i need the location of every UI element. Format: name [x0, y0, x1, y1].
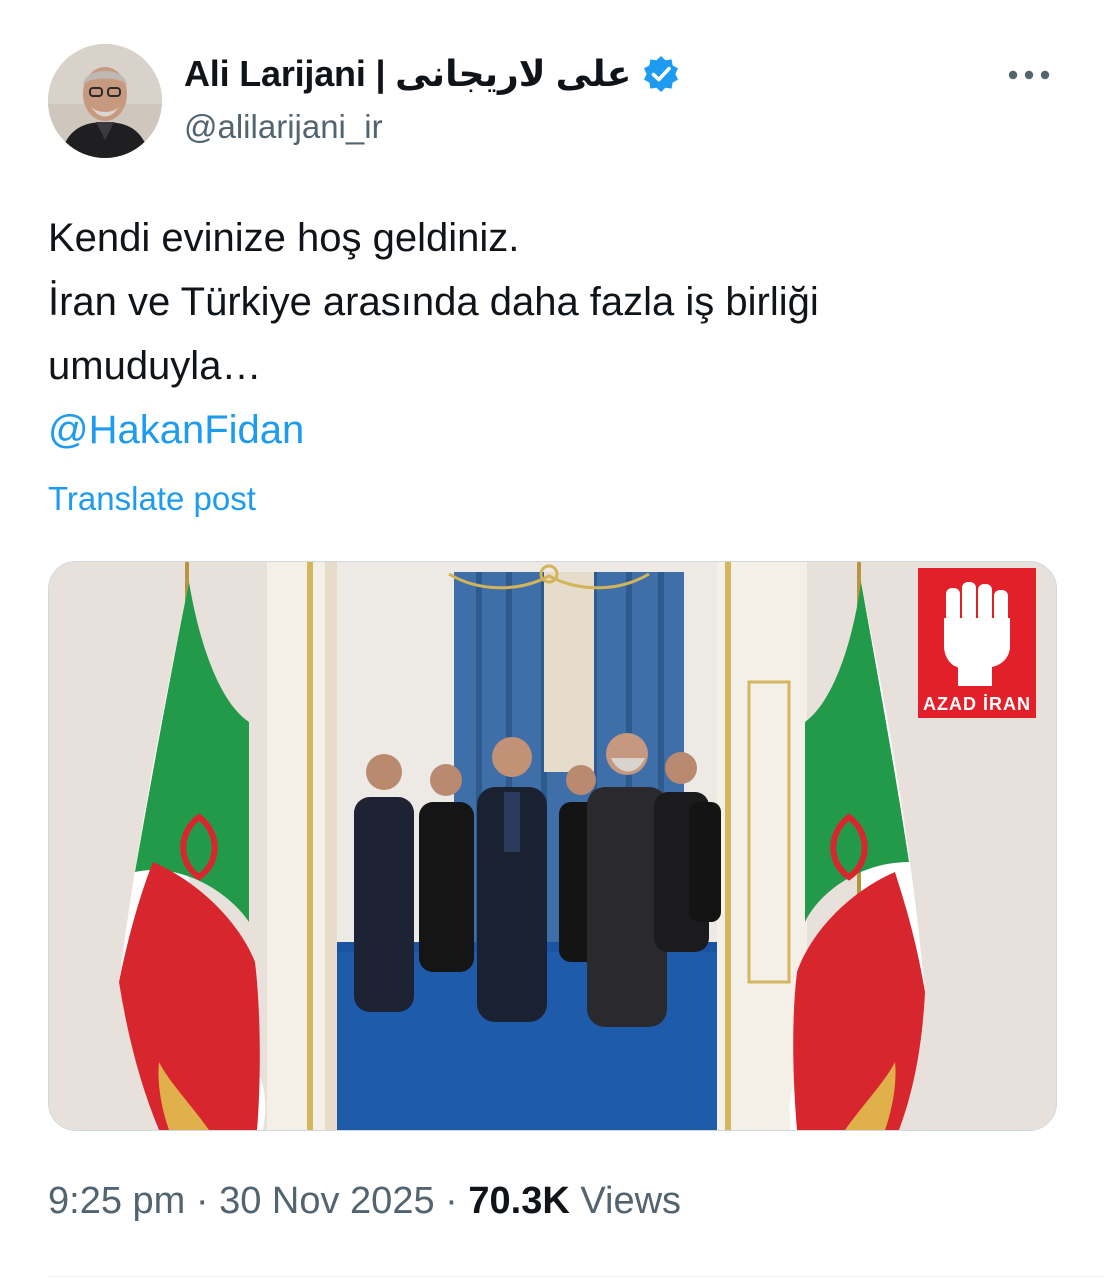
- meta-separator: ·: [445, 1180, 458, 1222]
- avatar[interactable]: [48, 44, 162, 158]
- author-handle[interactable]: @alilarijani_ir: [184, 108, 383, 146]
- post-media[interactable]: AZAD İRAN: [48, 561, 1057, 1131]
- azad-iran-watermark: AZAD İRAN: [918, 568, 1036, 718]
- post-line-1: Kendi evinize hoş geldiniz.: [48, 216, 520, 260]
- post-photo: [49, 562, 1056, 1130]
- post-line-2: İran ve Türkiye arasında daha fazla iş b…: [48, 280, 819, 324]
- meta-separator: ·: [195, 1180, 209, 1222]
- more-dots-icon[interactable]: [1004, 60, 1054, 90]
- author-name-row[interactable]: Ali Larijani | علی لاریجانی: [184, 48, 681, 100]
- mention-link[interactable]: @HakanFidan: [48, 398, 1038, 462]
- post-date[interactable]: 30 Nov 2025: [219, 1180, 435, 1222]
- views-label: Views: [580, 1180, 682, 1222]
- post-text: Kendi evinize hoş geldiniz. İran ve Türk…: [48, 206, 1038, 462]
- avatar-portrait-image: [48, 44, 162, 158]
- post-line-3: umuduyla…: [48, 344, 262, 388]
- author-display-name[interactable]: Ali Larijani | علی لاریجانی: [184, 53, 631, 95]
- watermark-label: AZAD İRAN: [923, 694, 1031, 714]
- post-time[interactable]: 9:25 pm: [48, 1180, 185, 1222]
- post-meta: 9:25 pm · 30 Nov 2025 · 70.3K Views: [48, 1180, 681, 1223]
- views-count: 70.3K: [468, 1180, 570, 1222]
- divider: [48, 1276, 1104, 1277]
- translate-post-link[interactable]: Translate post: [48, 480, 256, 518]
- verified-badge-icon: [644, 56, 679, 92]
